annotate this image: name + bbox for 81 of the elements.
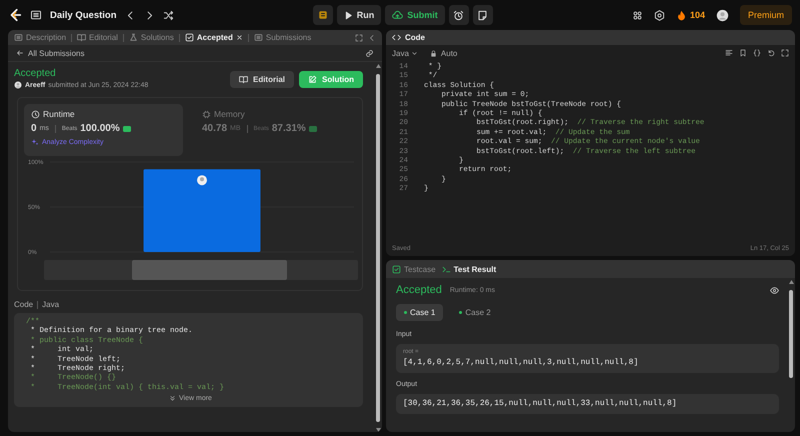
beats-percent: 100.00% [80, 123, 120, 134]
scroll-up-icon[interactable] [376, 64, 380, 68]
problem-list-title[interactable]: Daily Question [50, 10, 117, 20]
premium-button[interactable]: Premium [740, 5, 792, 25]
beats-percent: 87.31% [272, 123, 306, 134]
expand-icon[interactable] [355, 34, 363, 42]
play-icon [344, 10, 353, 20]
back-arrow-icon [16, 49, 24, 57]
double-chevron-icon [169, 395, 176, 402]
panel-tab[interactable]: Solutions [128, 33, 174, 42]
clock-icon [31, 110, 40, 118]
settings-icon[interactable] [654, 10, 665, 20]
panel-tab[interactable]: Submissions [254, 33, 312, 42]
close-icon[interactable] [236, 34, 243, 41]
edit-icon [308, 75, 317, 84]
list-icon[interactable] [30, 9, 42, 21]
book-icon [238, 75, 248, 84]
panel-tab[interactable]: Description [14, 33, 66, 42]
panel-tab[interactable]: Test Result [442, 264, 496, 274]
code-icon [392, 33, 401, 42]
cloud-upload-icon [392, 10, 404, 20]
submit-button[interactable]: Submit [385, 5, 445, 25]
range-slider-drawing[interactable] [44, 260, 358, 280]
beats-badge-icon [308, 126, 317, 132]
language-dropdown[interactable]: Java [392, 48, 418, 58]
lock-icon [430, 50, 437, 56]
timer-button[interactable] [448, 5, 469, 25]
language-label: Java [42, 300, 60, 309]
logo-icon[interactable] [8, 8, 22, 22]
all-submissions-link[interactable]: All Submissions [28, 48, 84, 58]
panel-title: Code [405, 33, 425, 42]
bookmark-icon[interactable] [739, 49, 747, 57]
flame-icon [676, 10, 687, 20]
output-value: [30,36,21,36,35,26,15,null,null,null,33,null,null,null,8] [403, 399, 678, 408]
collapse-icon[interactable] [368, 34, 376, 42]
beats-badge-icon [122, 126, 131, 132]
avatar-icon[interactable] [716, 8, 729, 22]
mode-label: Auto [440, 48, 458, 58]
scroll-down-icon[interactable] [376, 428, 380, 432]
alarm-icon [453, 10, 464, 20]
input-value: [4,1,6,0,2,5,7,null,null,null,3,null,null,null,8] [403, 358, 640, 367]
grid-icon[interactable] [632, 10, 643, 20]
case-tab[interactable]: Case 1 [396, 304, 444, 321]
run-button[interactable]: Run [336, 5, 382, 25]
editorial-button[interactable]: Editorial [230, 71, 294, 88]
caret-icon [410, 50, 418, 56]
format-icon[interactable] [725, 49, 733, 57]
streak-count[interactable]: 104 [690, 10, 705, 20]
debug-button[interactable] [312, 5, 333, 25]
book-icon [77, 33, 86, 42]
check-icon [184, 33, 194, 42]
undo-icon[interactable] [767, 49, 775, 57]
flask-icon [128, 33, 138, 42]
eye-icon[interactable] [770, 286, 779, 294]
avatar-icon [14, 81, 22, 89]
code-label: Code [14, 300, 34, 309]
panel-tab[interactable]: Editorial [77, 33, 118, 42]
link-icon[interactable] [365, 48, 374, 58]
panel-tab[interactable]: Accepted [184, 33, 243, 42]
stat-value: 0 [31, 123, 37, 134]
result-status: Accepted [396, 284, 442, 296]
checkbox-icon [392, 264, 401, 274]
chip-icon [202, 110, 211, 118]
braces-icon[interactable] [753, 49, 761, 57]
sparkle-icon [31, 138, 39, 146]
case-tab[interactable]: Case 2 [451, 304, 499, 321]
stat-title: Runtime [43, 109, 75, 119]
list-icon [14, 33, 23, 42]
avatar-icon [197, 175, 207, 186]
scroll-up-icon[interactable] [788, 280, 794, 284]
stat-value: 40.78 [202, 123, 228, 134]
stat-title: Memory [214, 109, 245, 119]
expand-icon[interactable] [781, 49, 789, 57]
notes-button[interactable] [472, 5, 493, 25]
panel-tab[interactable]: Testcase [392, 264, 436, 274]
scrollbar[interactable] [374, 62, 382, 432]
note-icon [477, 10, 488, 20]
submission-status: Accepted [14, 68, 57, 79]
terminal-icon [442, 264, 451, 274]
list-icon [254, 33, 263, 42]
shuffle-icon[interactable] [162, 10, 174, 20]
